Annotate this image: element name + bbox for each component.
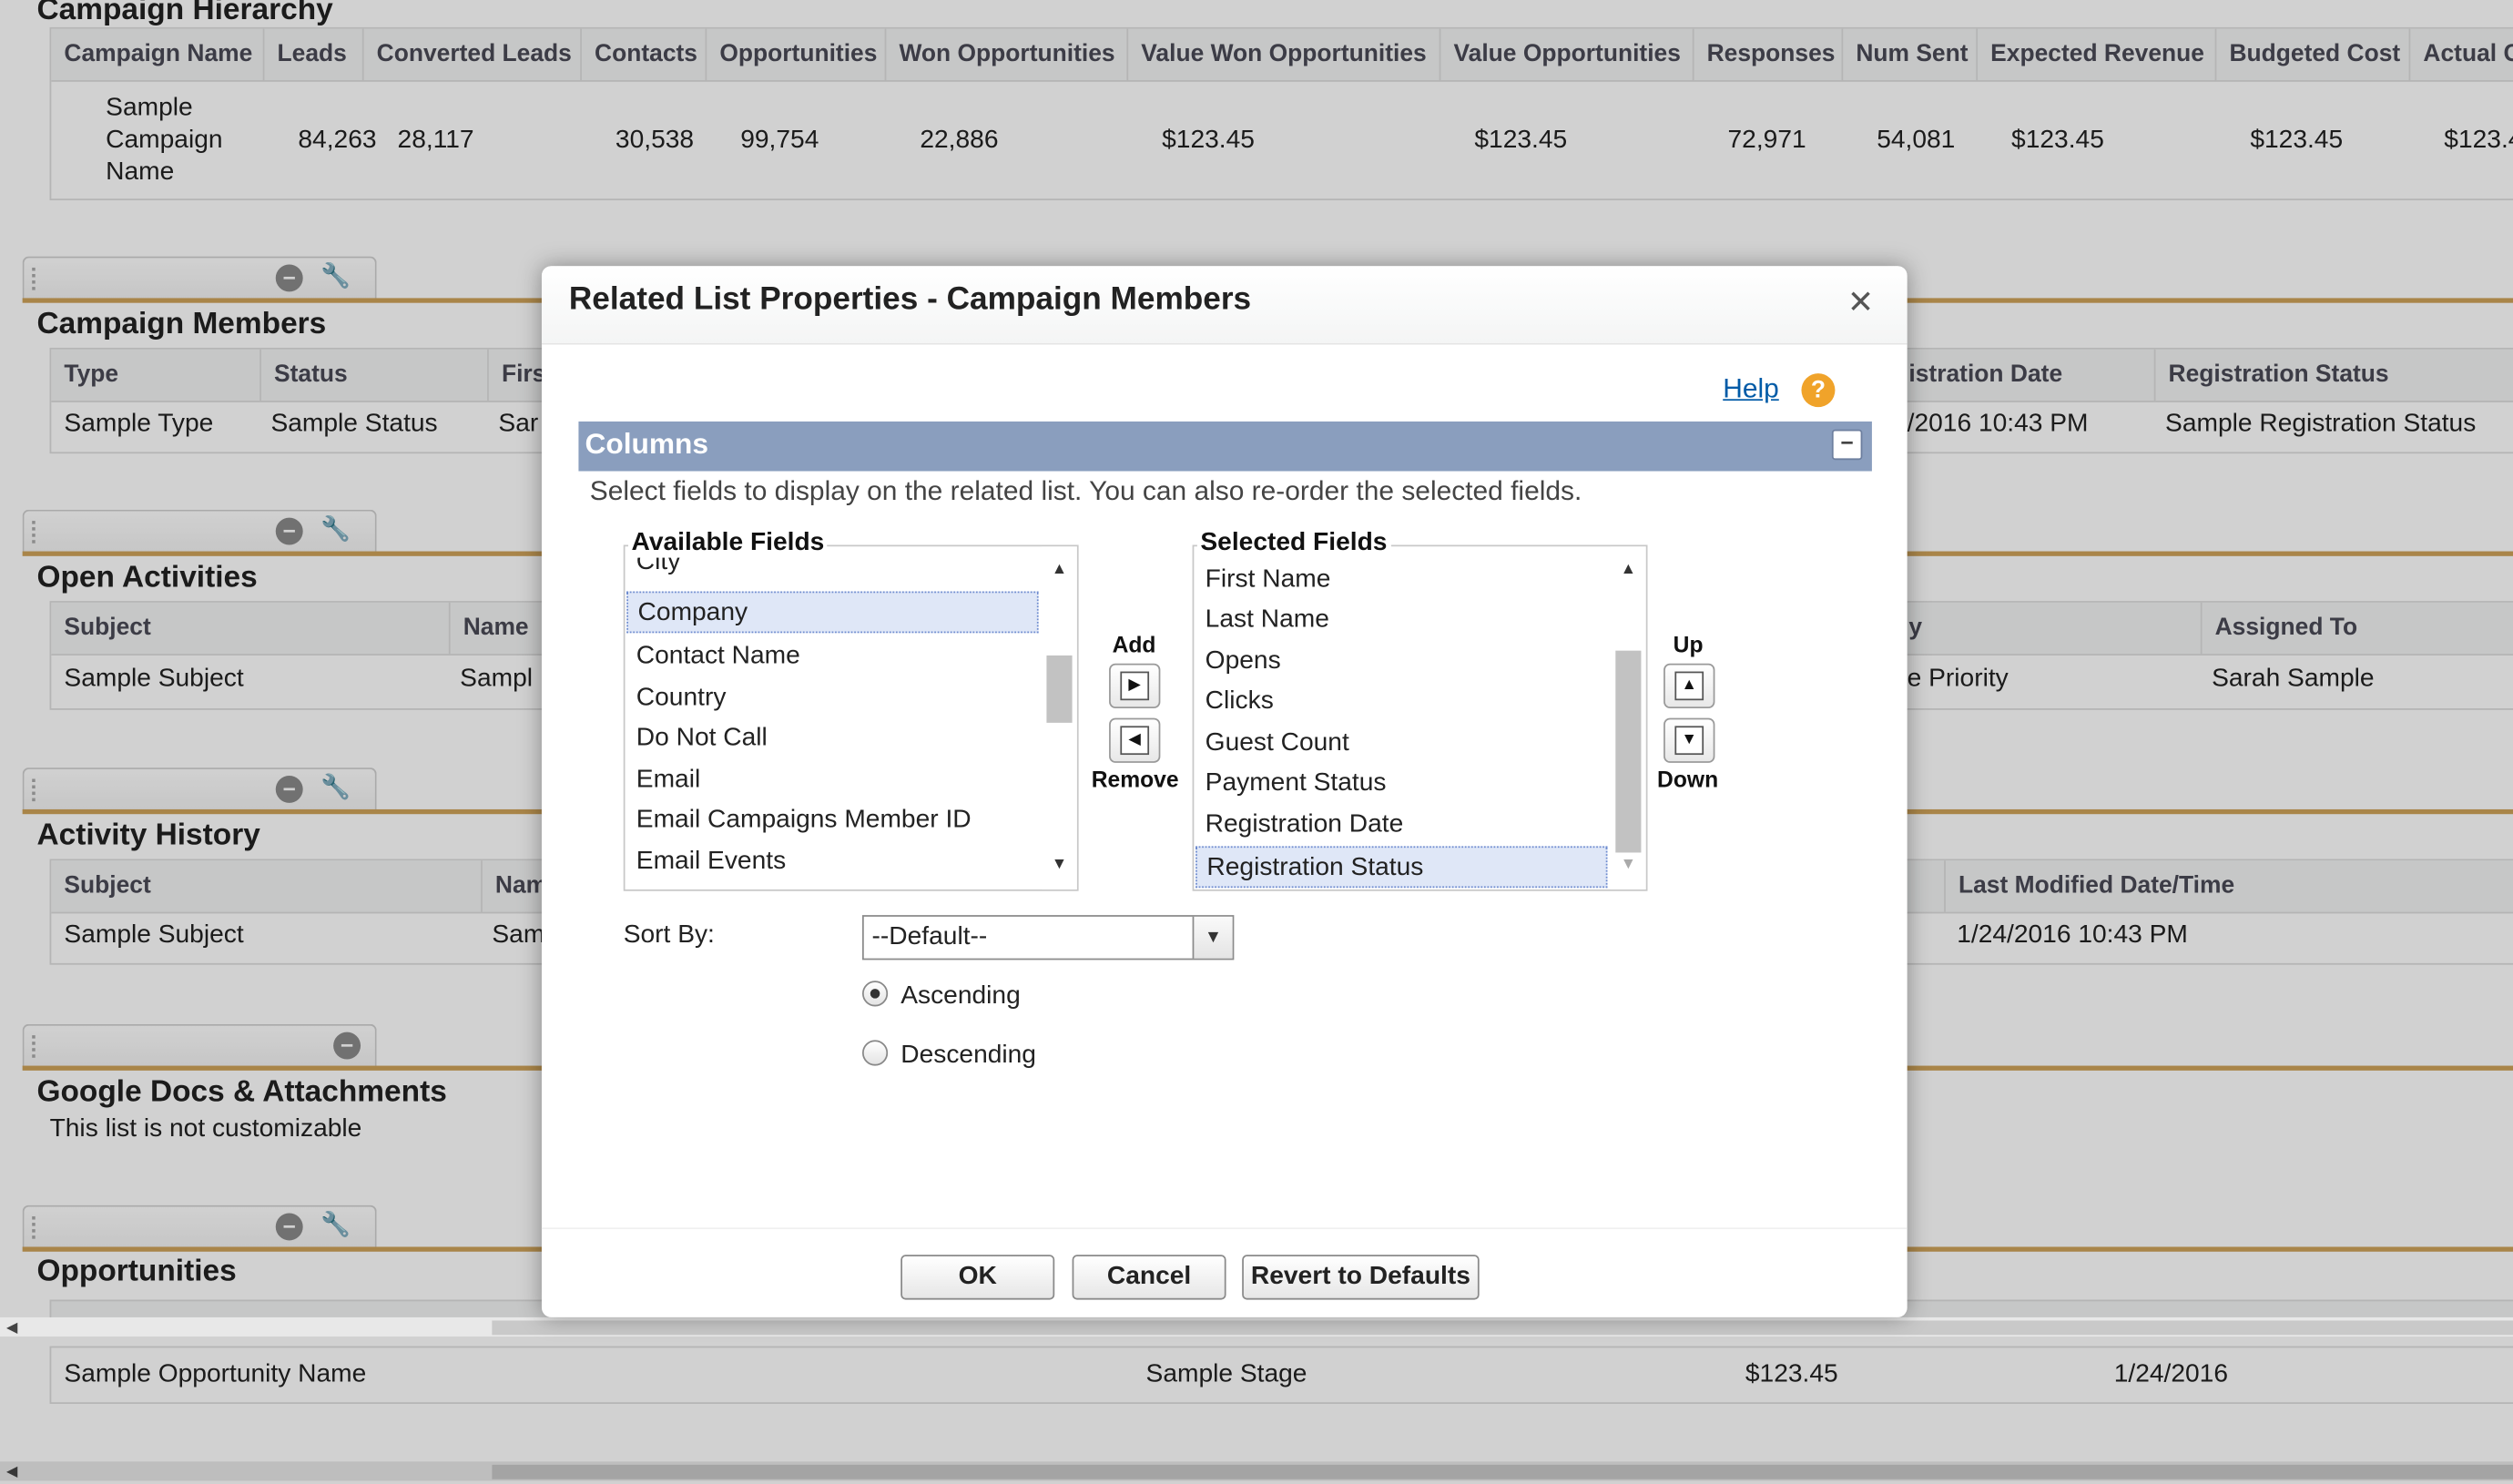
list-item[interactable]: Opens (1195, 641, 1607, 683)
move-down-button[interactable]: ▼ (1663, 717, 1715, 763)
list-item[interactable]: Registration Date (1195, 805, 1607, 847)
list-item[interactable]: Country (626, 678, 1038, 720)
list-item[interactable]: Clicks (1195, 681, 1607, 723)
collapse-section-icon[interactable]: − (1831, 429, 1863, 461)
descending-label[interactable]: Descending (900, 1042, 1036, 1071)
add-button[interactable]: ▶ (1109, 663, 1161, 709)
dialog-title: Related List Properties - Campaign Membe… (568, 281, 1252, 318)
remove-button[interactable]: ◀ (1109, 717, 1161, 763)
scroll-left-icon[interactable]: ◀ (6, 1319, 17, 1337)
list-item[interactable]: Email (626, 759, 1038, 801)
list-item[interactable]: Contact Name (626, 636, 1038, 678)
list-item[interactable]: Email Campaigns Member ID (626, 799, 1038, 841)
instructions-text: Select fields to display on the related … (589, 475, 1582, 507)
scrollbar-thumb[interactable] (1046, 655, 1073, 723)
vertical-scrollbar[interactable]: ▲ ▼ (1042, 546, 1077, 889)
remove-label: Remove (1091, 766, 1179, 792)
list-item[interactable]: Do Not Call (626, 718, 1038, 760)
arrow-down-icon: ▼ (1674, 726, 1704, 756)
columns-section-title: Columns (585, 427, 709, 461)
list-item[interactable]: Last Name (1195, 599, 1607, 641)
related-list-properties-dialog: Related List Properties - Campaign Membe… (541, 266, 1908, 1317)
available-fields-list[interactable]: City Company Contact Name Country Do Not… (623, 544, 1079, 891)
list-item[interactable]: Email Events (626, 841, 1038, 883)
list-item[interactable]: First Name (1195, 559, 1607, 601)
add-label: Add (1112, 631, 1156, 657)
cancel-button[interactable]: Cancel (1072, 1255, 1226, 1300)
up-label: Up (1673, 631, 1704, 657)
revert-to-defaults-button[interactable]: Revert to Defaults (1242, 1255, 1480, 1300)
sort-by-select[interactable]: --Default-- ▼ (861, 915, 1235, 961)
ok-button[interactable]: OK (900, 1255, 1055, 1300)
selected-fields-list[interactable]: First Name Last Name Opens Clicks Guest … (1192, 544, 1648, 891)
scroll-up-icon[interactable]: ▲ (1611, 556, 1646, 585)
ascending-radio[interactable] (861, 981, 889, 1007)
help-icon[interactable]: ? (1801, 373, 1836, 408)
scroll-up-icon[interactable]: ▲ (1042, 556, 1077, 585)
scroll-down-icon[interactable]: ▼ (1611, 851, 1646, 880)
available-fields-label: Available Fields (628, 528, 828, 558)
ascending-label[interactable]: Ascending (900, 982, 1021, 1011)
vertical-scrollbar[interactable]: ▲ ▼ (1611, 546, 1646, 889)
arrow-up-icon: ▲ (1674, 671, 1704, 701)
list-item-selected[interactable]: Company (626, 591, 1039, 634)
descending-radio[interactable] (861, 1040, 889, 1066)
scroll-down-icon[interactable]: ▼ (1042, 851, 1077, 880)
list-item[interactable]: Payment Status (1195, 763, 1607, 805)
selected-fields-label: Selected Fields (1196, 528, 1390, 558)
arrow-right-icon: ▶ (1120, 671, 1150, 701)
scrollbar-thumb[interactable] (1615, 650, 1642, 853)
help-link[interactable]: Help (1723, 373, 1779, 405)
list-item-selected[interactable]: Registration Status (1195, 846, 1608, 889)
page: Campaign Hierarchy Campaign Name Leads C… (0, 0, 2513, 1484)
columns-section-header: Columns − (578, 421, 1872, 472)
horizontal-scrollbar[interactable]: ◀ (0, 1316, 2513, 1337)
sort-by-label: Sort By: (623, 921, 715, 950)
scrollbar-thumb[interactable] (492, 1320, 2513, 1336)
list-item[interactable]: Guest Count (1195, 723, 1607, 765)
chevron-down-icon[interactable]: ▼ (1192, 916, 1233, 959)
move-up-button[interactable]: ▲ (1663, 663, 1715, 709)
close-icon[interactable]: ✕ (1843, 285, 1878, 320)
sort-by-value: --Default-- (871, 922, 988, 950)
dialog-header: Related List Properties - Campaign Membe… (541, 266, 1908, 345)
down-label: Down (1657, 766, 1719, 792)
arrow-left-icon: ◀ (1120, 726, 1150, 756)
